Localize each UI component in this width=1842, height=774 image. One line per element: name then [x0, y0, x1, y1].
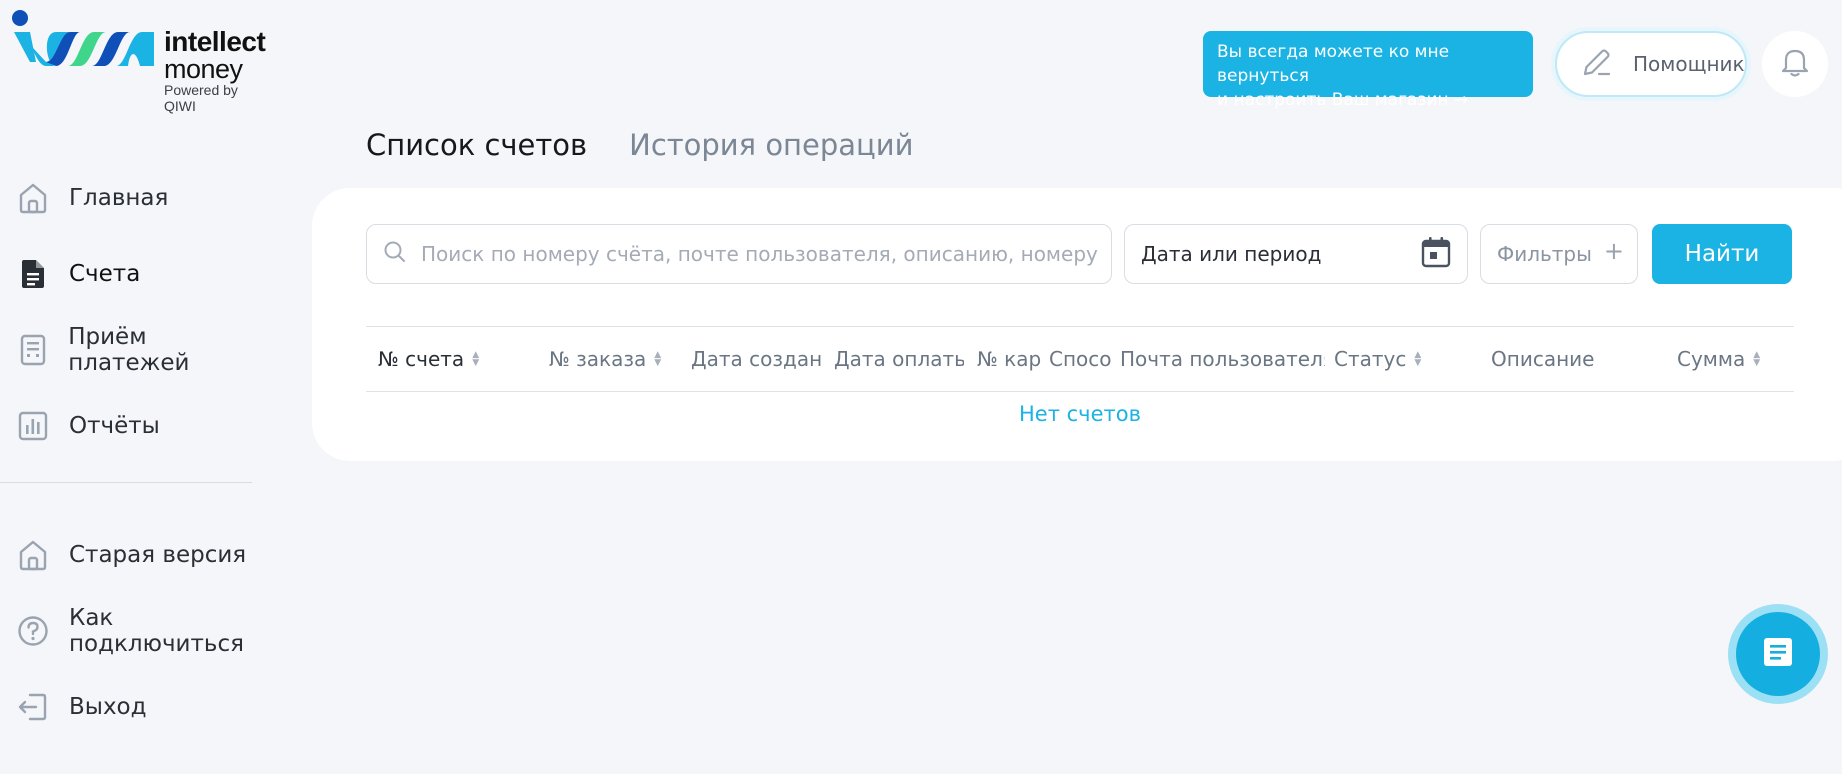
column-label: Дата оплаты: [834, 347, 964, 371]
invoices-card: Дата или период Фильтры + Найти № счета …: [312, 188, 1842, 461]
chart-icon: [17, 410, 49, 442]
column-payment-method: Спосо: [1049, 327, 1111, 391]
sidebar-item-how-to-connect[interactable]: Как подключиться: [0, 593, 270, 669]
column-label: № счета: [378, 347, 465, 371]
home-icon: [17, 182, 49, 214]
sidebar: Главная Счета Приём платежей Отчёты Стар…: [0, 160, 270, 745]
column-order-number[interactable]: № заказа ▲ ▼: [549, 327, 689, 391]
assistant-hint-button[interactable]: Вы всегда можете ко мне вернуться и наст…: [1203, 31, 1533, 110]
home-icon: [17, 539, 49, 571]
tabs: Список счетов История операций: [366, 128, 955, 194]
empty-state: Нет счетов: [1019, 402, 1141, 426]
sidebar-item-old-version[interactable]: Старая версия: [0, 517, 270, 593]
brand-name-line2: money: [164, 54, 243, 84]
sidebar-item-label: Счета: [69, 261, 141, 287]
document-icon: [17, 258, 49, 290]
brand-logo[interactable]: intellect money Powered by QIWI: [12, 10, 272, 114]
column-card-number: № кар: [977, 327, 1041, 391]
sort-icon[interactable]: ▲ ▼: [1753, 351, 1760, 368]
sidebar-item-logout[interactable]: Выход: [0, 669, 270, 745]
column-label: Почта пользователя: [1120, 347, 1325, 371]
calendar-icon: [1421, 236, 1451, 272]
table-header: № счета ▲ ▼ № заказа ▲ ▼ Дата создани Дата…: [366, 326, 1794, 392]
date-picker[interactable]: Дата или период: [1124, 224, 1468, 284]
column-created-date: Дата создани: [691, 327, 823, 391]
bell-icon: [1780, 46, 1810, 82]
sidebar-item-home[interactable]: Главная: [0, 160, 270, 236]
column-user-email: Почта пользователя: [1120, 327, 1325, 391]
chat-button-inner: [1736, 612, 1820, 696]
search-input[interactable]: [421, 242, 1101, 266]
logout-icon: [17, 691, 49, 723]
sort-icon[interactable]: ▲ ▼: [654, 351, 661, 368]
column-label: Спосо: [1049, 347, 1111, 371]
column-label: Описание: [1491, 347, 1595, 371]
sidebar-item-label: Выход: [69, 694, 147, 720]
chat-icon: [1761, 635, 1795, 673]
sidebar-item-invoices[interactable]: Счета: [0, 236, 270, 312]
plus-icon: +: [1603, 237, 1625, 265]
column-label: Дата создани: [691, 347, 823, 371]
column-amount[interactable]: Сумма ▲ ▼: [1677, 327, 1792, 391]
hint-line-1: Вы всегда можете ко мне вернуться: [1217, 42, 1450, 86]
filters-button[interactable]: Фильтры +: [1480, 224, 1638, 284]
sort-icon[interactable]: ▲ ▼: [472, 351, 479, 368]
sidebar-divider: [0, 482, 252, 483]
chat-button[interactable]: [1728, 604, 1828, 704]
column-description: Описание: [1491, 327, 1621, 391]
column-label: Сумма: [1677, 347, 1746, 371]
sidebar-item-reports[interactable]: Отчёты: [0, 388, 270, 464]
column-label: № заказа: [549, 347, 647, 371]
pencil-icon: [1581, 46, 1613, 82]
sidebar-item-payments[interactable]: Приём платежей: [0, 312, 270, 388]
date-picker-label: Дата или период: [1141, 242, 1322, 266]
sidebar-item-label: Старая версия: [69, 542, 247, 568]
column-label: № кар: [977, 347, 1041, 371]
column-label: Статус: [1334, 347, 1407, 371]
helper-label: Помощник: [1633, 52, 1745, 76]
helper-button[interactable]: Помощник: [1555, 31, 1747, 97]
search-icon: [383, 240, 407, 268]
column-status[interactable]: Статус ▲ ▼: [1334, 327, 1454, 391]
intellect-money-logo-icon: [12, 10, 154, 66]
hint-line-2: и настроить Ваш магазин →: [1217, 90, 1469, 110]
find-button[interactable]: Найти: [1652, 224, 1792, 284]
sidebar-item-label: Главная: [69, 185, 169, 211]
filters-label: Фильтры: [1497, 242, 1592, 266]
tab-invoice-list[interactable]: Список счетов: [366, 128, 588, 194]
column-paid-date: Дата оплаты: [834, 327, 964, 391]
sidebar-item-label: Как подключиться: [69, 605, 244, 657]
question-icon: [17, 615, 49, 647]
brand-name: intellect money: [164, 26, 266, 84]
tab-operations-history[interactable]: История операций: [629, 128, 913, 188]
terminal-icon: [17, 334, 48, 366]
column-invoice-number[interactable]: № счета ▲ ▼: [378, 327, 538, 391]
powered-by: Powered by QIWI: [164, 82, 238, 114]
sidebar-item-label: Приём платежей: [68, 324, 190, 376]
sort-icon[interactable]: ▲ ▼: [1414, 351, 1421, 368]
sidebar-item-label: Отчёты: [69, 413, 160, 439]
notifications-button[interactable]: [1762, 31, 1828, 97]
search-box[interactable]: [366, 224, 1112, 284]
brand-name-line1: intellect: [164, 26, 266, 57]
